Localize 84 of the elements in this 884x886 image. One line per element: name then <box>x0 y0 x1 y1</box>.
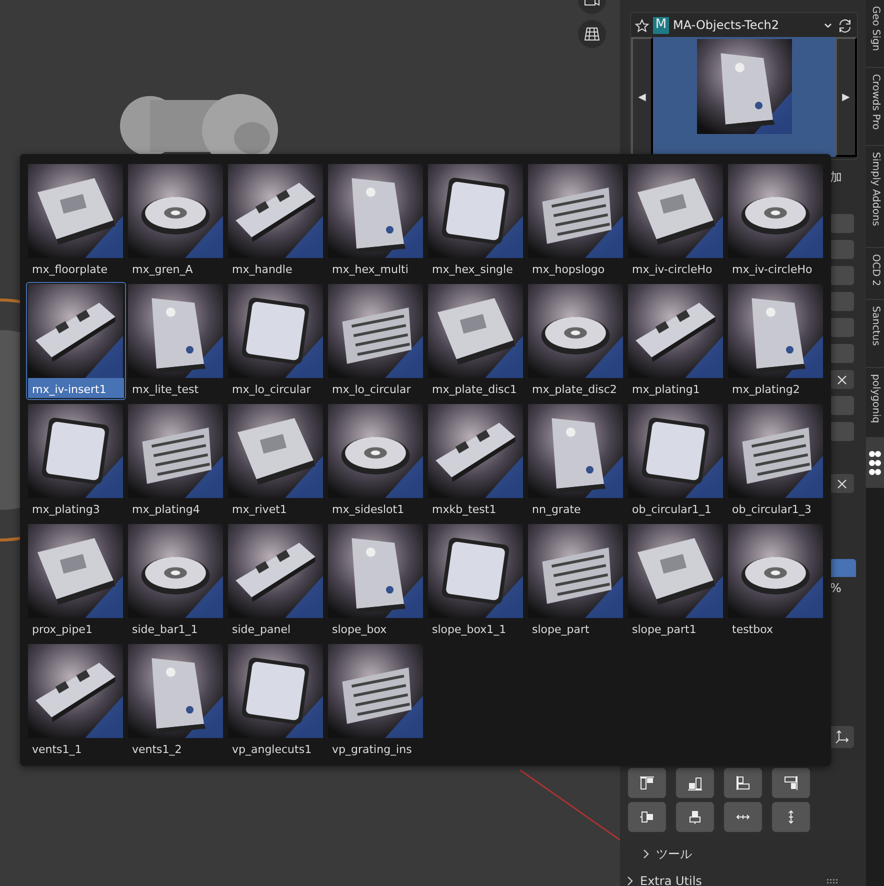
asset-tile[interactable]: vents1_1 <box>26 642 126 760</box>
asset-tile[interactable]: mxkb_test1 <box>426 402 526 520</box>
input-field[interactable] <box>830 240 854 259</box>
chevron-right-icon[interactable] <box>626 876 634 886</box>
input-field[interactable] <box>830 214 854 233</box>
asset-tile[interactable]: slope_part1 <box>626 522 726 640</box>
grip-icon[interactable] <box>826 878 839 885</box>
sidebar-tab[interactable]: Geo Sign <box>866 0 884 68</box>
axis-icon[interactable] <box>834 729 850 745</box>
asset-tile[interactable]: mx_iv-circleHo <box>726 162 826 280</box>
align-button[interactable] <box>772 802 810 832</box>
asset-tile[interactable]: nn_grate <box>526 402 626 520</box>
input-field[interactable] <box>830 344 854 363</box>
grid-icon <box>584 27 600 41</box>
align-center-vertical-icon <box>687 809 703 825</box>
asset-tile[interactable]: mx_lo_circular <box>226 282 326 400</box>
asset-tile[interactable]: mx_plating2 <box>726 282 826 400</box>
align-button[interactable] <box>676 802 714 832</box>
close-icon[interactable] <box>837 478 847 488</box>
align-center-horizontal-icon <box>639 809 655 825</box>
next-button[interactable]: ▶ <box>835 37 857 157</box>
asset-tile[interactable]: ob_circular1_3 <box>726 402 826 520</box>
asset-tile[interactable]: mx_rivet1 <box>226 402 326 520</box>
asset-tile[interactable]: mx_floorplate <box>26 162 126 280</box>
asset-tile[interactable]: prox_pipe1 <box>26 522 126 640</box>
library-badge: M <box>653 16 669 34</box>
asset-tile[interactable]: mx_lite_test <box>126 282 226 400</box>
input-field[interactable] <box>830 318 854 337</box>
close-icon[interactable] <box>837 374 847 384</box>
library-dropdown[interactable]: MA-Objects-Tech2 <box>673 16 819 34</box>
align-right-icon <box>783 775 799 791</box>
asset-tile[interactable]: mx_hex_multi <box>326 162 426 280</box>
section-header[interactable]: Extra Utils <box>640 872 702 886</box>
star-icon[interactable] <box>635 18 649 33</box>
asset-tile[interactable]: mx_hopslogo <box>526 162 626 280</box>
asset-tile[interactable]: slope_part <box>526 522 626 640</box>
align-left-icon <box>735 775 751 791</box>
chevron-down-icon[interactable] <box>823 22 833 30</box>
sidebar-tab[interactable]: OCD 2 <box>866 248 884 300</box>
asset-tile[interactable]: testbox <box>726 522 826 640</box>
input-field[interactable] <box>830 396 854 415</box>
asset-tile[interactable]: slope_box1_1 <box>426 522 526 640</box>
sidebar-tab[interactable]: polygoniq <box>866 368 884 438</box>
asset-tile[interactable]: slope_box <box>326 522 426 640</box>
asset-tile[interactable]: mx_hex_single <box>426 162 526 280</box>
asset-tile[interactable]: mx_iv-insert1 <box>26 282 126 400</box>
asset-tile[interactable]: vents1_2 <box>126 642 226 760</box>
asset-tile[interactable]: mx_lo_circular <box>326 282 426 400</box>
align-button[interactable] <box>628 802 666 832</box>
align-button[interactable] <box>628 768 666 798</box>
align-button[interactable] <box>724 768 762 798</box>
asset-tile[interactable]: mx_sideslot1 <box>326 402 426 520</box>
align-bottom-icon <box>687 775 703 791</box>
asset-tile[interactable]: vp_grating_ins <box>326 642 426 760</box>
align-button[interactable] <box>724 802 762 832</box>
asset-tile[interactable]: mx_plating1 <box>626 282 726 400</box>
asset-tile[interactable]: side_panel <box>226 522 326 640</box>
asset-tile[interactable]: mx_plating3 <box>26 402 126 520</box>
label-text: 加 <box>830 169 843 186</box>
chevron-right-icon[interactable] <box>642 849 650 859</box>
asset-tile[interactable]: vp_anglecuts1 <box>226 642 326 760</box>
asset-tile[interactable]: mx_plating4 <box>126 402 226 520</box>
section-header[interactable]: ツール <box>656 845 692 863</box>
asset-tile[interactable]: mx_gren_A <box>126 162 226 280</box>
previous-button[interactable]: ◀ <box>631 37 653 157</box>
refresh-icon[interactable] <box>837 18 853 34</box>
asset-tile[interactable]: mx_handle <box>226 162 326 280</box>
sidebar-tab[interactable]: Sanctus <box>866 300 884 368</box>
align-button[interactable] <box>676 768 714 798</box>
label-text: % <box>830 580 842 597</box>
sidebar-tab[interactable] <box>866 438 884 488</box>
asset-tile[interactable]: ob_circular1_1 <box>626 402 726 520</box>
asset-tile[interactable]: mx_iv-circleHo <box>626 162 726 280</box>
input-field[interactable] <box>830 422 854 441</box>
align-button[interactable] <box>772 768 810 798</box>
asset-tile[interactable]: side_bar1_1 <box>126 522 226 640</box>
sidebar-tab[interactable]: Crowds Pro <box>866 68 884 146</box>
asset-tile[interactable]: mx_plate_disc2 <box>526 282 626 400</box>
input-field[interactable] <box>830 266 854 285</box>
sidebar-tab[interactable]: Simply Addons <box>866 146 884 248</box>
selected-field[interactable] <box>830 559 856 577</box>
asset-tile[interactable]: mx_plate_disc1 <box>426 282 526 400</box>
input-field[interactable] <box>830 292 854 311</box>
align-top-left-icon <box>639 775 655 791</box>
